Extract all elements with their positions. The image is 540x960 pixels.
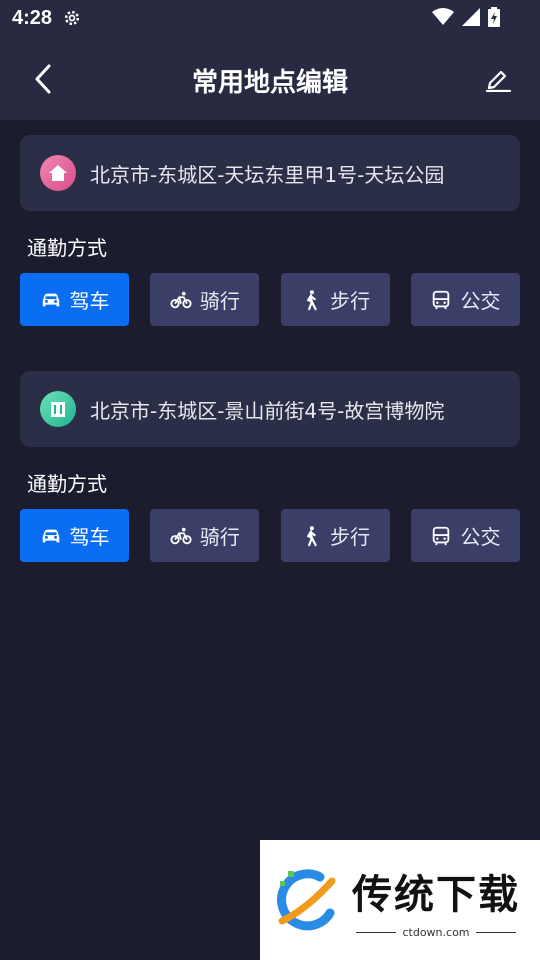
mode-label: 骑行 [199, 525, 240, 549]
commute-label: 通勤方式 [27, 236, 107, 260]
home-icon [40, 155, 76, 191]
building-icon [40, 391, 76, 427]
mode-bus-button[interactable]: 公交 [410, 509, 520, 562]
commute-label: 通勤方式 [27, 472, 107, 496]
mode-label: 公交 [460, 525, 501, 549]
settings-gear-icon [64, 10, 80, 26]
mode-bike-button[interactable]: 骑行 [150, 273, 260, 326]
watermark-banner: 传统下载 ctdown.com [260, 840, 540, 960]
page-title: 常用地点编辑 [191, 68, 348, 98]
status-bar: 4:28 [0, 0, 540, 36]
mode-drive-button[interactable]: 驾车 [20, 273, 129, 326]
watermark-subtitle: ctdown.com [356, 925, 516, 939]
car-icon [42, 529, 59, 542]
bike-icon [170, 291, 192, 308]
mode-label: 步行 [330, 289, 371, 313]
commute-mode-row: 驾车 骑行 步行 公交 [20, 273, 520, 326]
mode-label: 骑行 [199, 289, 240, 313]
bus-icon [433, 290, 450, 309]
bus-icon [433, 526, 450, 545]
place-card-work[interactable]: 北京市-东城区-景山前街4号-故宫博物院 [20, 371, 520, 447]
commute-mode-row: 驾车 骑行 步行 公交 [20, 509, 520, 562]
mode-label: 驾车 [69, 289, 110, 313]
car-icon [42, 293, 59, 306]
mode-label: 驾车 [69, 525, 110, 549]
ctdown-logo-icon [277, 869, 336, 931]
mode-bike-button[interactable]: 骑行 [150, 509, 260, 562]
mode-walk-button[interactable]: 步行 [280, 509, 390, 562]
mode-drive-button[interactable]: 驾车 [20, 509, 129, 562]
walk-icon [306, 525, 317, 546]
watermark-domain: ctdown.com [402, 925, 470, 939]
bike-icon [170, 527, 192, 544]
mode-bus-button[interactable]: 公交 [410, 273, 520, 326]
mode-label: 公交 [460, 289, 501, 313]
status-time: 4:28 [12, 7, 53, 29]
wifi-icon [432, 8, 454, 25]
walk-icon [306, 289, 317, 310]
app-header: 常用地点编辑 [0, 36, 540, 120]
battery-icon [488, 7, 500, 27]
watermark-title: 传统下载 [352, 871, 520, 918]
mode-walk-button[interactable]: 步行 [280, 273, 390, 326]
place-address: 北京市-东城区-天坛东里甲1号-天坛公园 [90, 162, 445, 187]
signal-icon [462, 8, 480, 26]
pencil-edit-icon [485, 70, 512, 93]
mode-label: 步行 [330, 525, 371, 549]
place-card-home[interactable]: 北京市-东城区-天坛东里甲1号-天坛公园 [20, 135, 520, 211]
place-address: 北京市-东城区-景山前街4号-故宫博物院 [90, 398, 445, 423]
edit-button[interactable] [484, 64, 512, 93]
